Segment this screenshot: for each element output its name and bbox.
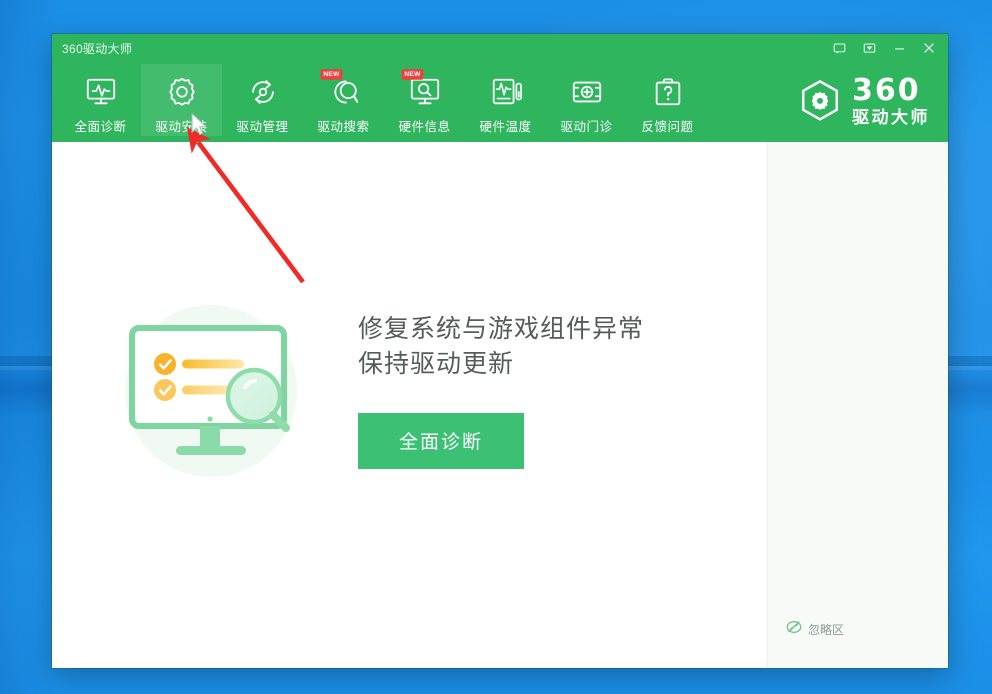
window-title: 360驱动大师 bbox=[62, 41, 133, 56]
headline-line-1: 修复系统与游戏组件异常 bbox=[358, 314, 645, 343]
hexagon-gear-icon bbox=[797, 78, 843, 124]
clipboard-question-icon bbox=[648, 72, 688, 112]
window-controls bbox=[824, 34, 944, 62]
monitor-checklist-magnifier-illustration bbox=[114, 295, 314, 485]
nav-label: 驱动门诊 bbox=[560, 120, 613, 134]
nav-label: 硬件温度 bbox=[479, 120, 532, 134]
monitor-search-icon: NEW bbox=[401, 69, 445, 112]
refresh-circle-icon bbox=[243, 72, 283, 112]
thermometer-icon bbox=[486, 72, 526, 112]
nav-item-driver-search[interactable]: NEW 驱动搜索 bbox=[303, 64, 384, 136]
nav-label: 驱动安装 bbox=[155, 120, 208, 134]
search-icon: NEW bbox=[320, 69, 364, 112]
app-header: 360驱动大师 全面诊断 驱动安装 驱动管理 NEW 驱动搜索 NEW 硬件信息… bbox=[52, 34, 948, 142]
nav-item-feedback[interactable]: 反馈问题 bbox=[627, 64, 708, 136]
main-nav: 全面诊断 驱动安装 驱动管理 NEW 驱动搜索 NEW 硬件信息 硬件温度 驱动… bbox=[60, 64, 708, 136]
nav-item-driver-install[interactable]: 驱动安装 bbox=[141, 64, 222, 136]
brand-text: 360 驱动大师 bbox=[852, 73, 930, 127]
title-bar[interactable]: 360驱动大师 bbox=[52, 34, 948, 62]
nav-label: 反馈问题 bbox=[641, 120, 694, 134]
headline-line-2: 保持驱动更新 bbox=[358, 350, 515, 378]
brand-number: 360 bbox=[852, 73, 921, 108]
gear-icon bbox=[162, 72, 202, 112]
nav-item-hardware-info[interactable]: NEW 硬件信息 bbox=[384, 64, 465, 136]
brand-logo: 360 驱动大师 bbox=[797, 76, 930, 126]
full-diagnosis-button[interactable]: 全面诊断 bbox=[358, 412, 524, 469]
new-badge: NEW bbox=[320, 69, 342, 80]
monitor-pulse-icon bbox=[81, 72, 121, 112]
message-icon[interactable] bbox=[824, 35, 854, 61]
side-panel: 忽略区 bbox=[767, 142, 948, 668]
ignore-circle-icon bbox=[786, 619, 802, 640]
skin-icon[interactable] bbox=[854, 35, 884, 61]
nav-label: 全面诊断 bbox=[74, 120, 127, 134]
nav-label: 硬件信息 bbox=[398, 120, 451, 134]
hero-section: 修复系统与游戏组件异常 保持驱动更新 全面诊断 bbox=[114, 295, 644, 485]
brand-name: 驱动大师 bbox=[852, 108, 930, 127]
ignore-zone-link[interactable]: 忽略区 bbox=[786, 619, 844, 640]
nav-item-hardware-temp[interactable]: 硬件温度 bbox=[465, 64, 546, 136]
app-window: 360驱动大师 全面诊断 驱动安装 驱动管理 NEW 驱动搜索 NEW 硬件信息… bbox=[52, 34, 948, 668]
hero-copy: 修复系统与游戏组件异常 保持驱动更新 全面诊断 bbox=[358, 312, 644, 469]
app-body: 修复系统与游戏组件异常 保持驱动更新 全面诊断 忽略区 bbox=[52, 142, 948, 668]
nav-item-full-diagnosis[interactable]: 全面诊断 bbox=[60, 64, 141, 136]
new-badge: NEW bbox=[401, 69, 423, 80]
close-icon[interactable] bbox=[914, 35, 944, 61]
minimize-icon[interactable] bbox=[884, 35, 914, 61]
first-aid-icon bbox=[567, 72, 607, 112]
nav-label: 驱动搜索 bbox=[317, 120, 370, 134]
nav-label: 驱动管理 bbox=[236, 120, 289, 134]
nav-item-driver-manage[interactable]: 驱动管理 bbox=[222, 64, 303, 136]
ignore-zone-label: 忽略区 bbox=[808, 623, 845, 637]
main-content: 修复系统与游戏组件异常 保持驱动更新 全面诊断 bbox=[52, 142, 767, 668]
wallpaper-left-shade bbox=[0, 0, 60, 694]
nav-item-driver-clinic[interactable]: 驱动门诊 bbox=[546, 64, 627, 136]
